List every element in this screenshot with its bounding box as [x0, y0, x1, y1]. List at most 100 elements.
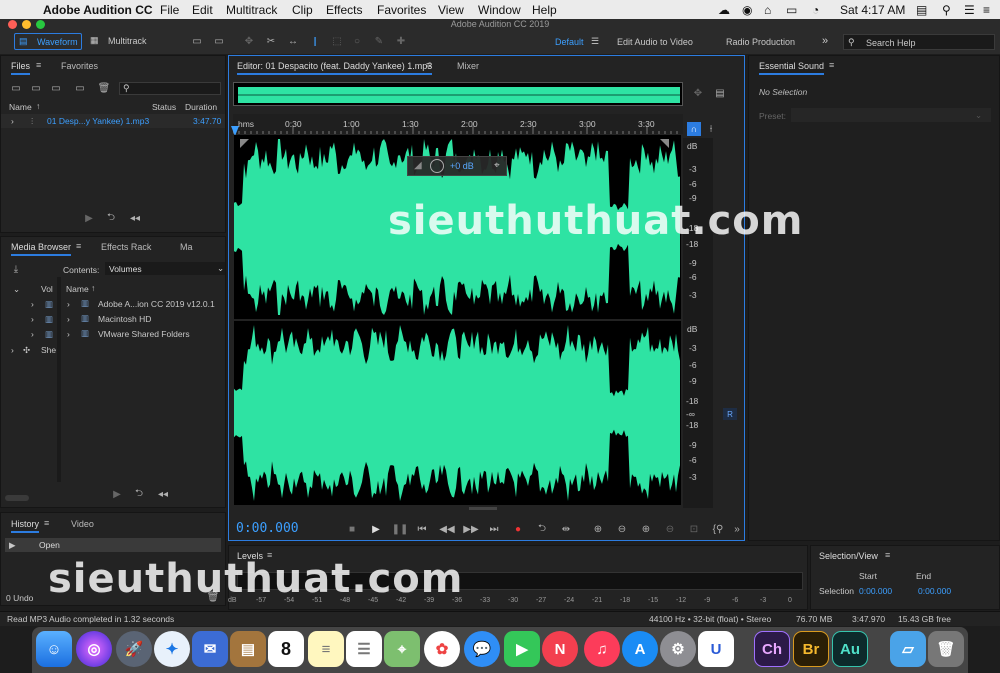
- selection-panel-menu-icon[interactable]: ≡: [885, 550, 890, 560]
- history-panel-menu-icon[interactable]: ≡: [44, 518, 49, 528]
- list-item[interactable]: › ▥ Adobe A...ion CC 2019 v12.0.1: [63, 297, 225, 311]
- waveform-view-button[interactable]: ▤ Waveform: [14, 33, 82, 50]
- workspace-default[interactable]: Default: [555, 37, 584, 47]
- fast-forward-icon[interactable]: ▶▶: [463, 522, 479, 536]
- tab-selection-view[interactable]: Selection/View: [819, 551, 878, 561]
- display-icon[interactable]: ▭: [786, 3, 797, 17]
- music-icon[interactable]: ♫: [584, 631, 620, 667]
- menu-file[interactable]: File: [160, 3, 179, 17]
- splitter[interactable]: [57, 277, 61, 482]
- facetime-icon[interactable]: ▶: [504, 631, 540, 667]
- column-name[interactable]: Name: [66, 284, 89, 294]
- tab-effects-rack[interactable]: Effects Rack: [101, 242, 151, 252]
- zoom-out-amplitude-icon[interactable]: ⊖: [615, 522, 629, 536]
- time-selection-tool-icon[interactable]: I: [308, 33, 322, 49]
- wifi-icon[interactable]: ◔: [812, 3, 819, 17]
- audition-icon[interactable]: Au: [832, 631, 868, 667]
- autoplay-icon[interactable]: ◂◂: [127, 212, 143, 224]
- slip-tool-icon[interactable]: ↔: [286, 34, 300, 48]
- tab-files[interactable]: Files: [11, 61, 31, 75]
- more-zoom-icon[interactable]: »: [731, 522, 743, 536]
- app-menu[interactable]: Adobe Audition CC: [43, 3, 153, 17]
- lasso-tool-icon[interactable]: ○: [350, 34, 364, 48]
- download-icon[interactable]: ⤓: [9, 263, 23, 275]
- spectral-display-icon[interactable]: ▭: [190, 34, 204, 48]
- volume-knob[interactable]: [430, 159, 444, 173]
- character-animator-icon[interactable]: Ch: [754, 631, 790, 667]
- marquee-tool-icon[interactable]: ⬚: [330, 34, 344, 48]
- tab-markers[interactable]: Ma: [180, 242, 193, 252]
- contents-select[interactable]: Volumes ⌄: [105, 262, 225, 275]
- channel-r-button[interactable]: R: [723, 408, 737, 420]
- skip-selection-icon[interactable]: ⇹: [559, 522, 573, 536]
- brush-tool-icon[interactable]: ✎: [372, 34, 386, 48]
- left-item-volumes[interactable]: Vol: [41, 284, 53, 294]
- messages-icon[interactable]: 💬: [464, 631, 500, 667]
- tab-video[interactable]: Video: [71, 519, 94, 529]
- tab-editor[interactable]: Editor: 01 Despacito (feat. Daddy Yankee…: [237, 61, 433, 75]
- new-file-icon[interactable]: ▭: [49, 82, 63, 94]
- skip-to-start-icon[interactable]: ⏮: [415, 522, 429, 536]
- expand-arrow-icon[interactable]: ›: [67, 314, 70, 324]
- expand-arrow-icon[interactable]: ›: [11, 345, 14, 355]
- skip-to-end-icon[interactable]: ⏭: [487, 522, 501, 536]
- tab-media-browser[interactable]: Media Browser: [11, 242, 72, 256]
- zoom-out-time-icon[interactable]: ⊖: [663, 522, 677, 536]
- menu-favorites[interactable]: Favorites: [377, 3, 426, 17]
- import-icon[interactable]: ▭: [29, 82, 43, 94]
- search-help-field[interactable]: ⚲ Search Help: [843, 34, 995, 50]
- search-icon[interactable]: ⚲: [942, 3, 951, 17]
- file-row[interactable]: › ⫶ 01 Desp...y Yankee) 1.mp3 3:47.70: [1, 114, 225, 128]
- open-file-icon[interactable]: ▭: [9, 82, 23, 94]
- tab-history[interactable]: History: [11, 519, 40, 533]
- mail-icon[interactable]: ✉: [192, 631, 228, 667]
- snap-icon[interactable]: ∩: [687, 122, 701, 136]
- list-item[interactable]: › ▥ VMware Shared Folders: [63, 327, 225, 341]
- tab-favorites[interactable]: Favorites: [61, 61, 98, 71]
- magnet-icon[interactable]: U: [698, 631, 734, 667]
- loop-playback-icon[interactable]: ⮌: [535, 522, 549, 536]
- horizontal-scrollbar[interactable]: [5, 495, 29, 501]
- photos-icon[interactable]: ✿: [424, 631, 460, 667]
- delete-icon[interactable]: 🗑: [97, 82, 111, 94]
- menu-clip[interactable]: Clip: [292, 3, 313, 17]
- expand-arrow-icon[interactable]: ⌄: [13, 284, 20, 295]
- play-preview-icon[interactable]: ▶: [111, 488, 123, 500]
- finder-icon[interactable]: ☺: [36, 631, 72, 667]
- loop-preview-icon[interactable]: ⮌: [105, 212, 117, 224]
- workspace-edit-audio-to-video[interactable]: Edit Audio to Video: [617, 37, 693, 47]
- downloads-folder-icon[interactable]: ▱: [890, 631, 926, 667]
- system-preferences-icon[interactable]: ⚙: [660, 631, 696, 667]
- selection-start[interactable]: 0:00.000: [859, 586, 892, 596]
- pitch-display-icon[interactable]: ▭: [212, 34, 226, 48]
- pin-icon[interactable]: ⌖: [494, 160, 500, 171]
- expand-arrow-icon[interactable]: ›: [11, 116, 14, 126]
- history-item[interactable]: ▶ Open: [5, 538, 221, 552]
- marker-icon[interactable]: ⍿: [705, 122, 717, 136]
- pause-icon[interactable]: ❚❚: [392, 522, 409, 536]
- workspace-radio-production[interactable]: Radio Production: [726, 37, 795, 47]
- launchpad-icon[interactable]: 🚀: [116, 631, 152, 667]
- minimize-window-button[interactable]: [22, 20, 31, 29]
- zoom-overview-icon[interactable]: ✥: [691, 86, 705, 100]
- list-item[interactable]: › ▥ Macintosh HD: [63, 312, 225, 326]
- expand-arrow-icon[interactable]: ›: [31, 314, 34, 324]
- tab-essential-sound[interactable]: Essential Sound: [759, 61, 825, 75]
- multitrack-view-button[interactable]: ▦ Multitrack: [88, 33, 154, 50]
- overview-waveform[interactable]: [233, 82, 683, 106]
- app-store-icon[interactable]: A: [622, 631, 658, 667]
- zoom-window-button[interactable]: [36, 20, 45, 29]
- news-icon[interactable]: N: [542, 631, 578, 667]
- autoplay-icon[interactable]: ◂◂: [155, 488, 171, 500]
- rewind-icon[interactable]: ◀◀: [439, 522, 455, 536]
- column-status[interactable]: Status: [152, 102, 176, 112]
- media-panel-menu-icon[interactable]: ≡: [76, 241, 81, 251]
- overview-menu-icon[interactable]: ▤: [713, 86, 727, 100]
- essential-panel-menu-icon[interactable]: ≡: [829, 60, 834, 70]
- workspace-menu-icon[interactable]: ☰: [591, 36, 599, 47]
- expand-arrow-icon[interactable]: ›: [31, 299, 34, 309]
- tab-mixer[interactable]: Mixer: [457, 61, 479, 71]
- bridge-icon[interactable]: Br: [793, 631, 829, 667]
- expand-arrow-icon[interactable]: ›: [67, 299, 70, 309]
- calendar-icon[interactable]: 8: [268, 631, 304, 667]
